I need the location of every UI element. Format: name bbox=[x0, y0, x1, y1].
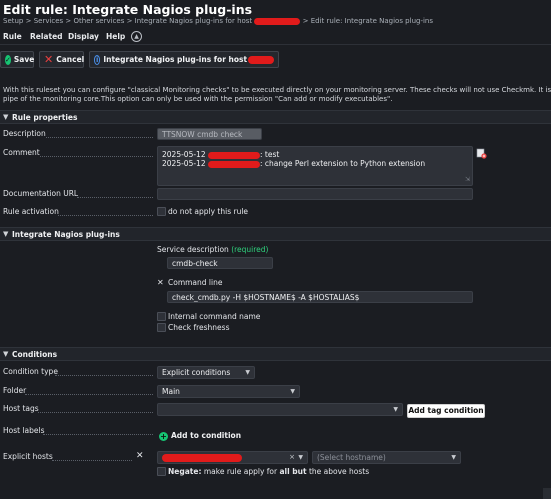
negate-label: Negate: make rule apply for all but the … bbox=[168, 467, 370, 476]
redacted-hostname bbox=[248, 55, 274, 64]
condition-type-select[interactable]: Explicit conditions ▼ bbox=[157, 366, 255, 379]
internal-command-label: Internal command name bbox=[168, 312, 261, 321]
folder-select[interactable]: Main ▼ bbox=[157, 385, 300, 398]
plus-icon: + bbox=[159, 431, 168, 441]
section-title: Rule properties bbox=[12, 113, 78, 122]
page-title: Edit rule: Integrate Nagios plug-ins bbox=[3, 2, 253, 17]
comment-label: Comment bbox=[3, 148, 40, 157]
cancel-button[interactable]: ✕ Cancel bbox=[39, 51, 84, 68]
scrollbar[interactable] bbox=[543, 488, 551, 499]
description-line: With this ruleset you can configure "cla… bbox=[3, 86, 551, 94]
dotted-leader bbox=[52, 460, 132, 461]
internal-command-checkbox[interactable] bbox=[157, 312, 166, 321]
redacted-hostname bbox=[162, 454, 242, 462]
comment-line: 2025-05-12 : test bbox=[162, 150, 280, 159]
dotted-leader bbox=[58, 215, 153, 216]
chevron-down-icon: ▼ bbox=[298, 454, 303, 461]
redacted-hostname bbox=[254, 17, 301, 25]
section-title: Conditions bbox=[12, 350, 58, 359]
disable-rule-checkbox[interactable] bbox=[157, 207, 166, 216]
close-icon[interactable]: ✕ bbox=[136, 451, 144, 461]
description-label: Description bbox=[3, 129, 46, 138]
negate-checkbox[interactable] bbox=[157, 467, 166, 476]
section-conditions[interactable]: ▼ Conditions bbox=[0, 347, 551, 361]
close-icon[interactable]: ✕ bbox=[157, 278, 164, 287]
add-comment-icon[interactable] bbox=[476, 148, 487, 159]
dotted-leader bbox=[25, 394, 153, 395]
chevron-down-icon: ▼ bbox=[393, 406, 398, 413]
chevron-down-icon: ▼ bbox=[290, 388, 295, 395]
redacted-user bbox=[207, 160, 260, 168]
chevron-down-icon: ▼ bbox=[245, 369, 250, 376]
chevron-down-icon[interactable]: ▼ bbox=[3, 113, 8, 121]
service-description-label: Service description (required) bbox=[157, 245, 269, 254]
menu-help[interactable]: Help bbox=[106, 32, 125, 41]
host-labels-label: Host labels bbox=[3, 426, 45, 435]
comment-line: 2025-05-12 : change Perl extension to Py… bbox=[162, 159, 426, 168]
dotted-leader bbox=[38, 412, 153, 413]
cancel-label: Cancel bbox=[56, 55, 85, 64]
section-nagios-plugin[interactable]: ▼ Integrate Nagios plug-ins bbox=[0, 227, 551, 241]
host-link-button[interactable]: i Integrate Nagios plug-ins for host bbox=[89, 51, 279, 68]
chevron-down-icon[interactable]: ▼ bbox=[3, 230, 8, 238]
documentation-url-label: Documentation URL bbox=[3, 189, 79, 198]
explicit-host-select[interactable]: × ▼ bbox=[157, 451, 308, 464]
host-tags-select[interactable]: ▼ bbox=[157, 403, 403, 416]
section-title: Integrate Nagios plug-ins bbox=[12, 230, 120, 239]
dotted-leader bbox=[55, 375, 153, 376]
service-description-input[interactable]: cmdb-check bbox=[167, 257, 273, 269]
documentation-url-input[interactable] bbox=[157, 188, 473, 200]
explicit-hosts-label: Explicit hosts bbox=[3, 452, 53, 461]
info-icon: i bbox=[94, 54, 101, 65]
menu-rule[interactable]: Rule bbox=[3, 32, 22, 41]
chevron-down-icon[interactable]: ▼ bbox=[3, 350, 8, 358]
description-input[interactable]: TTSNOW cmdb check bbox=[157, 128, 262, 140]
check-freshness-checkbox[interactable] bbox=[157, 323, 166, 332]
disable-rule-label: do not apply this rule bbox=[168, 207, 249, 216]
command-line-input[interactable]: check_cmdb.py -H $HOSTNAME$ -A $HOSTALIA… bbox=[167, 291, 473, 303]
add-tag-condition-button[interactable]: Add tag condition bbox=[407, 404, 485, 418]
add-to-condition-button[interactable]: + Add to condition bbox=[159, 431, 241, 441]
check-freshness-label: Check freshness bbox=[168, 323, 230, 332]
close-icon: ✕ bbox=[44, 53, 54, 66]
dotted-leader bbox=[40, 156, 153, 157]
clear-icon[interactable]: × bbox=[289, 453, 295, 461]
save-button[interactable]: ✓ Save bbox=[0, 51, 34, 68]
breadcrumb-current: > Edit rule: Integrate Nagios plug-ins bbox=[302, 17, 434, 25]
folder-label: Folder bbox=[3, 386, 27, 395]
description-line: pipe of the monitoring core.This option … bbox=[3, 95, 393, 103]
condition-type-label: Condition type bbox=[3, 367, 58, 376]
section-rule-properties[interactable]: ▼ Rule properties bbox=[0, 110, 551, 124]
comment-textarea[interactable]: 2025-05-12 : test 2025-05-12 : change Pe… bbox=[157, 146, 473, 186]
resize-handle-icon[interactable]: ⇲ bbox=[465, 175, 470, 184]
save-label: Save bbox=[13, 55, 35, 64]
chevron-up-icon[interactable]: ▲ bbox=[131, 31, 142, 42]
dotted-leader bbox=[46, 137, 153, 138]
breadcrumb[interactable]: Setup > Services > Other services > Inte… bbox=[3, 17, 433, 25]
host-link-label: Integrate Nagios plug-ins for host bbox=[103, 55, 248, 64]
menu-display[interactable]: Display bbox=[68, 32, 99, 41]
redacted-user bbox=[207, 151, 260, 159]
dotted-leader bbox=[43, 434, 153, 435]
chevron-down-icon: ▼ bbox=[451, 454, 456, 461]
select-hostname-dropdown[interactable]: (Select hostname) ▼ bbox=[312, 451, 461, 464]
required-marker: (required) bbox=[231, 245, 269, 254]
menu-bar: Rule Related Display Help ▲ bbox=[0, 29, 551, 45]
host-tags-label: Host tags bbox=[3, 404, 39, 413]
menu-related[interactable]: Related bbox=[30, 32, 63, 41]
check-icon: ✓ bbox=[5, 54, 11, 65]
command-line-label: Command line bbox=[168, 278, 223, 287]
ruleset-description: With this ruleset you can configure "cla… bbox=[3, 86, 551, 104]
rule-activation-label: Rule activation bbox=[3, 207, 59, 216]
breadcrumb-path[interactable]: Setup > Services > Other services > Inte… bbox=[3, 17, 252, 25]
dotted-leader bbox=[77, 197, 153, 198]
